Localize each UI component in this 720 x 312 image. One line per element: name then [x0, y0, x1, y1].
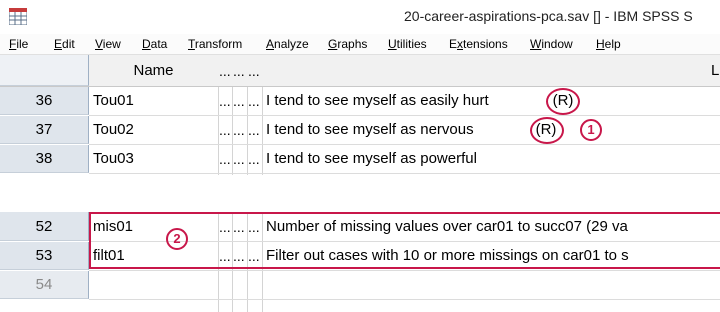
row-number[interactable]: 54: [0, 271, 89, 299]
column-header-decimals[interactable]: ...: [248, 63, 262, 79]
highlight-circle: [530, 117, 564, 144]
variable-label-cell[interactable]: I tend to see myself as powerful: [266, 150, 566, 167]
row-number[interactable]: 53: [0, 242, 89, 270]
width-cell[interactable]: ...: [233, 93, 247, 109]
menu-view[interactable]: View: [95, 37, 121, 51]
decimals-cell[interactable]: ...: [248, 122, 262, 138]
column-header-width[interactable]: ...: [233, 63, 247, 79]
title-bar: 20-career-aspirations-pca.sav [] - IBM S…: [0, 0, 720, 34]
column-header-type[interactable]: ...: [219, 63, 232, 79]
variable-grid-bottom: 52 mis01 ... ... ... Number of missing v…: [0, 212, 720, 312]
row-number[interactable]: 36: [0, 87, 89, 115]
row-number[interactable]: 38: [0, 145, 89, 173]
width-cell[interactable]: ...: [233, 122, 247, 138]
width-cell[interactable]: ...: [233, 151, 247, 167]
menu-graphs[interactable]: Graphs: [328, 37, 367, 51]
variable-name-cell[interactable]: Tou03: [93, 150, 217, 167]
menu-utilities[interactable]: Utilities: [388, 37, 427, 51]
section-gap: [0, 175, 720, 212]
row-number[interactable]: 37: [0, 116, 89, 144]
spss-app-icon[interactable]: [9, 8, 27, 25]
variable-grid-top: Name ... ... ... L 36 Tou01 ... ... ... …: [0, 55, 720, 175]
corner-cell[interactable]: [0, 55, 89, 86]
decimals-cell[interactable]: ...: [248, 151, 262, 167]
menu-data[interactable]: Data: [142, 37, 167, 51]
menu-analyze[interactable]: Analyze: [266, 37, 309, 51]
column-header-label[interactable]: L: [711, 62, 720, 79]
menu-bar: File Edit View Data Transform Analyze Gr…: [0, 34, 720, 55]
decimals-cell[interactable]: ...: [248, 93, 262, 109]
menu-window[interactable]: Window: [530, 37, 573, 51]
type-cell[interactable]: ...: [219, 93, 232, 109]
annotation-badge-2: 2: [166, 228, 188, 250]
menu-file[interactable]: File: [9, 37, 28, 51]
highlight-circle: [546, 88, 580, 115]
type-cell[interactable]: ...: [219, 151, 232, 167]
column-header-name[interactable]: Name: [89, 62, 218, 79]
variable-label-cell[interactable]: I tend to see myself as nervous: [266, 121, 528, 138]
menu-extensions[interactable]: Extensions: [449, 37, 508, 51]
variable-name-cell[interactable]: Tou01: [93, 92, 217, 109]
menu-transform[interactable]: Transform: [188, 37, 242, 51]
type-cell[interactable]: ...: [219, 122, 232, 138]
row-number[interactable]: 52: [0, 212, 89, 241]
grid-header-row: Name ... ... ... L: [0, 55, 720, 87]
menu-help[interactable]: Help: [596, 37, 621, 51]
variable-name-cell[interactable]: Tou02: [93, 121, 217, 138]
variable-label-cell[interactable]: I tend to see myself as easily hurt: [266, 92, 538, 109]
annotation-badge-1: 1: [580, 119, 602, 141]
menu-edit[interactable]: Edit: [54, 37, 75, 51]
window-title: 20-career-aspirations-pca.sav [] - IBM S…: [404, 8, 693, 24]
